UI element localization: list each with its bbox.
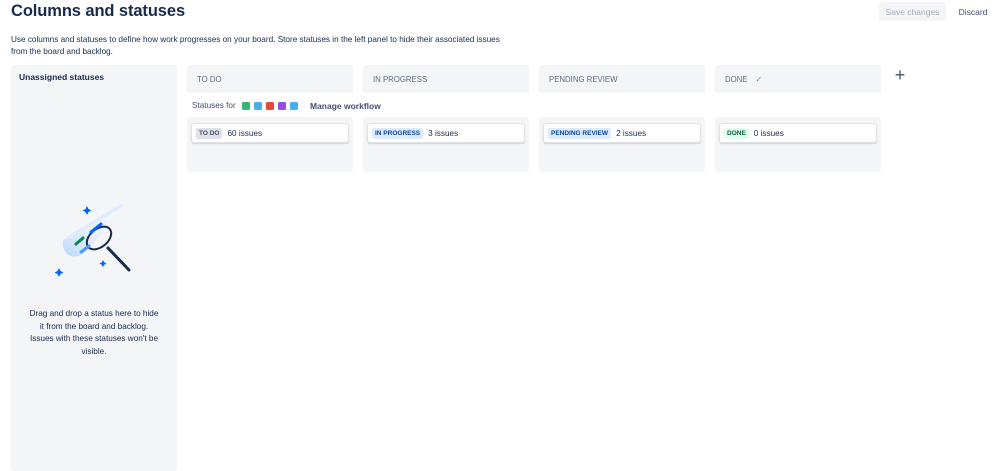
unassigned-empty-message: Drag and drop a status here to hide it f…: [29, 309, 159, 356]
status-card-in-progress[interactable]: IN PROGRESS 3 issues: [367, 123, 525, 143]
column-header-done[interactable]: DONE ✓: [715, 65, 881, 93]
status-card-todo[interactable]: TO DO 60 issues: [191, 123, 349, 143]
check-icon: ✓: [755, 74, 763, 84]
story-icon: [241, 101, 250, 110]
status-lozenge: TO DO: [196, 127, 223, 139]
column-title: IN PROGRESS: [373, 74, 428, 84]
issue-count: 0 issues: [753, 128, 784, 138]
column-header-pending-review[interactable]: PENDING REVIEW: [539, 65, 705, 93]
status-card-done[interactable]: DONE 0 issues: [719, 123, 877, 143]
status-lozenge: DONE: [724, 127, 749, 139]
column-title: TO DO: [197, 74, 222, 84]
bug-icon: [265, 101, 274, 110]
status-lozenge: IN PROGRESS: [372, 127, 424, 139]
issue-count: 2 issues: [616, 128, 647, 138]
statuses-for-row: Statuses for: [192, 101, 298, 110]
issue-count: 3 issues: [428, 128, 459, 138]
add-column-button[interactable]: +: [889, 64, 911, 86]
task-icon: [253, 101, 262, 110]
column-title: PENDING REVIEW: [549, 74, 618, 84]
status-card-pending-review[interactable]: PENDING REVIEW 2 issues: [543, 123, 701, 143]
epic-icon: [277, 101, 286, 110]
unassigned-statuses-title: Unassigned statuses: [19, 72, 105, 82]
issue-count: 60 issues: [227, 128, 263, 138]
badminton-illustration-icon: [54, 204, 131, 277]
column-header-todo[interactable]: TO DO: [187, 65, 353, 93]
page-description: Use columns and statuses to define how w…: [11, 35, 500, 56]
statuses-for-label: Statuses for: [192, 101, 236, 110]
unassigned-statuses-panel[interactable]: Unassigned statuses Drag and drop a stat…: [11, 65, 177, 471]
column-title: DONE: [725, 74, 748, 84]
status-lozenge: PENDING REVIEW: [548, 127, 612, 139]
discard-button[interactable]: Discard: [952, 2, 994, 21]
subtask-icon: [289, 101, 298, 110]
manage-workflow-link[interactable]: Manage workflow: [310, 101, 381, 111]
page-title: Columns and statuses: [11, 2, 186, 20]
save-changes-button[interactable]: Save changes: [879, 2, 946, 21]
column-header-in-progress[interactable]: IN PROGRESS: [363, 65, 529, 93]
plus-icon: +: [894, 64, 906, 85]
